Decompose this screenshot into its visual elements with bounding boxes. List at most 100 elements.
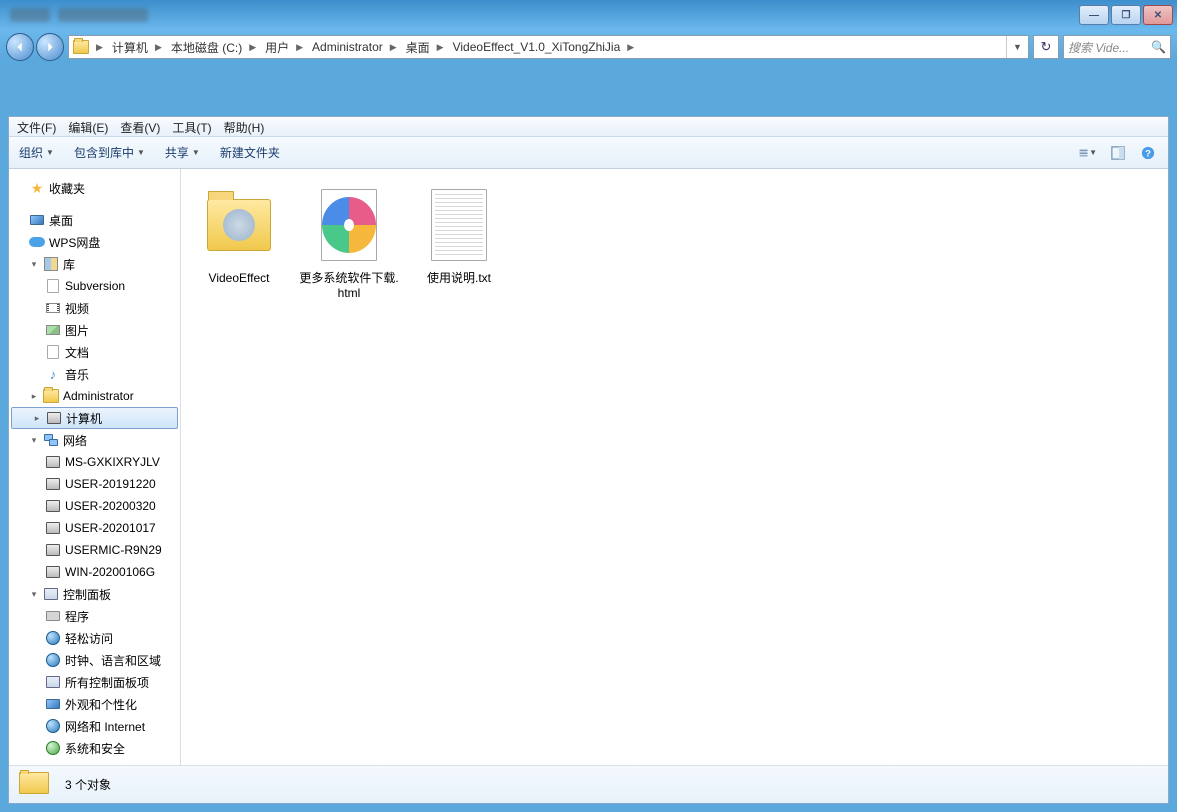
- chevron-right-icon[interactable]: ▶: [624, 42, 637, 53]
- tree-cp-item[interactable]: 外观和个性化: [9, 693, 180, 715]
- tree-lib-item[interactable]: Subversion: [9, 275, 180, 297]
- organize-button[interactable]: 组织▼: [19, 144, 54, 161]
- html-icon: [307, 183, 391, 267]
- document-icon: [45, 344, 61, 360]
- tree-wps[interactable]: WPS网盘: [9, 231, 180, 253]
- file-item-html[interactable]: 更多系统软件下载.html: [299, 183, 399, 301]
- preview-pane-button[interactable]: [1108, 143, 1128, 163]
- navigation-tree[interactable]: ★收藏夹 桌面 WPS网盘 ▾库 Subversion 视频 图片 文档 ♪音乐…: [9, 169, 181, 765]
- window-title-blur: [58, 8, 148, 22]
- tree-cp-item[interactable]: 程序: [9, 605, 180, 627]
- clock-icon: [45, 652, 61, 668]
- tree-libraries[interactable]: ▾库: [9, 253, 180, 275]
- computer-icon: [45, 542, 61, 558]
- controlpanel-icon: [43, 586, 59, 602]
- netinet-icon: [45, 718, 61, 734]
- menu-file[interactable]: 文件(F): [17, 119, 56, 136]
- svg-text:?: ?: [1145, 148, 1151, 159]
- view-options-button[interactable]: ▼: [1078, 143, 1098, 163]
- folder-icon: [19, 772, 51, 798]
- breadcrumb-seg[interactable]: VideoEffect_V1.0_XiTongZhiJia: [447, 36, 625, 58]
- address-bar[interactable]: ▶ 计算机 ▶ 本地磁盘 (C:) ▶ 用户 ▶ Administrator ▶…: [68, 35, 1029, 59]
- chevron-right-icon[interactable]: ▶: [152, 42, 165, 53]
- status-count: 3 个对象: [65, 776, 111, 793]
- cloud-icon: [29, 234, 45, 250]
- tree-lib-item[interactable]: 图片: [9, 319, 180, 341]
- forward-button[interactable]: [36, 33, 64, 61]
- library-icon: [43, 256, 59, 272]
- new-folder-button[interactable]: 新建文件夹: [220, 144, 280, 161]
- menu-edit[interactable]: 编辑(E): [68, 119, 108, 136]
- star-icon: ★: [29, 180, 45, 196]
- tree-net-item[interactable]: WIN-20200106G: [9, 561, 180, 583]
- file-item-txt[interactable]: 使用说明.txt: [409, 183, 509, 286]
- breadcrumb-seg[interactable]: 桌面: [400, 36, 434, 58]
- file-item-folder[interactable]: VideoEffect: [189, 183, 289, 286]
- back-button[interactable]: [6, 33, 34, 61]
- video-icon: [45, 300, 61, 316]
- refresh-button[interactable]: ↻: [1033, 35, 1059, 59]
- tree-net-item[interactable]: MS-GXKIXRYJLV: [9, 451, 180, 473]
- chevron-right-icon[interactable]: ▶: [93, 42, 106, 53]
- tree-lib-item[interactable]: ♪音乐: [9, 363, 180, 385]
- include-in-library-button[interactable]: 包含到库中▼: [74, 144, 145, 161]
- menu-view[interactable]: 查看(V): [120, 119, 160, 136]
- music-icon: ♪: [45, 366, 61, 382]
- access-icon: [45, 630, 61, 646]
- tree-cp-item[interactable]: 时钟、语言和区域: [9, 649, 180, 671]
- window-controls: — ❐ ✕: [1079, 5, 1173, 25]
- breadcrumb-seg[interactable]: 用户: [259, 36, 293, 58]
- tree-favorites[interactable]: ★收藏夹: [9, 177, 180, 199]
- address-dropdown[interactable]: ▼: [1006, 36, 1028, 58]
- tree-desktop[interactable]: 桌面: [9, 209, 180, 231]
- chevron-right-icon[interactable]: ▶: [246, 42, 259, 53]
- tree-lib-item[interactable]: 文档: [9, 341, 180, 363]
- network-icon: [43, 432, 59, 448]
- tree-cp-item[interactable]: 轻松访问: [9, 627, 180, 649]
- file-list[interactable]: VideoEffect 更多系统软件下载.html 使用说明.txt: [181, 169, 1168, 765]
- tree-administrator[interactable]: ▸Administrator: [9, 385, 180, 407]
- explorer-window: 文件(F) 编辑(E) 查看(V) 工具(T) 帮助(H) 组织▼ 包含到库中▼…: [8, 116, 1169, 804]
- chevron-right-icon[interactable]: ▶: [293, 42, 306, 53]
- menu-tools[interactable]: 工具(T): [172, 119, 211, 136]
- tree-net-item[interactable]: USER-20201017: [9, 517, 180, 539]
- tree-net-item[interactable]: USER-20191220: [9, 473, 180, 495]
- chevron-right-icon[interactable]: ▶: [387, 42, 400, 53]
- menubar: 文件(F) 编辑(E) 查看(V) 工具(T) 帮助(H): [9, 117, 1168, 137]
- tree-controlpanel[interactable]: ▾控制面板: [9, 583, 180, 605]
- tree-net-item[interactable]: USERMIC-R9N29: [9, 539, 180, 561]
- search-placeholder: 搜索 Vide...: [1068, 39, 1129, 56]
- search-input[interactable]: 搜索 Vide... 🔍: [1063, 35, 1171, 59]
- breadcrumb-seg[interactable]: Administrator: [306, 36, 387, 58]
- close-button[interactable]: ✕: [1143, 5, 1173, 25]
- computer-icon: [45, 520, 61, 536]
- desktop-icon: [29, 212, 45, 228]
- menu-help[interactable]: 帮助(H): [224, 119, 265, 136]
- help-button[interactable]: ?: [1138, 143, 1158, 163]
- breadcrumb-seg[interactable]: 计算机: [106, 36, 152, 58]
- computer-icon: [46, 410, 62, 426]
- toolbar: 组织▼ 包含到库中▼ 共享▼ 新建文件夹 ▼ ?: [9, 137, 1168, 169]
- search-icon: 🔍: [1151, 40, 1166, 54]
- txt-icon: [417, 183, 501, 267]
- appearance-icon: [45, 696, 61, 712]
- share-button[interactable]: 共享▼: [165, 144, 200, 161]
- tree-cp-item[interactable]: 系统和安全: [9, 737, 180, 759]
- tree-net-item[interactable]: USER-20200320: [9, 495, 180, 517]
- tree-cp-item[interactable]: 网络和 Internet: [9, 715, 180, 737]
- minimize-button[interactable]: —: [1079, 5, 1109, 25]
- window-title-blur: [10, 8, 50, 22]
- breadcrumb-seg[interactable]: 本地磁盘 (C:): [165, 36, 246, 58]
- maximize-button[interactable]: ❐: [1111, 5, 1141, 25]
- security-icon: [45, 740, 61, 756]
- titlebar: — ❐ ✕: [0, 0, 1177, 30]
- file-icon: [45, 278, 61, 294]
- tree-computer[interactable]: ▸计算机: [11, 407, 178, 429]
- tree-cp-item[interactable]: 所有控制面板项: [9, 671, 180, 693]
- statusbar: 3 个对象: [9, 765, 1168, 803]
- tree-network[interactable]: ▾网络: [9, 429, 180, 451]
- computer-icon: [45, 498, 61, 514]
- computer-icon: [45, 454, 61, 470]
- chevron-right-icon[interactable]: ▶: [434, 42, 447, 53]
- tree-lib-item[interactable]: 视频: [9, 297, 180, 319]
